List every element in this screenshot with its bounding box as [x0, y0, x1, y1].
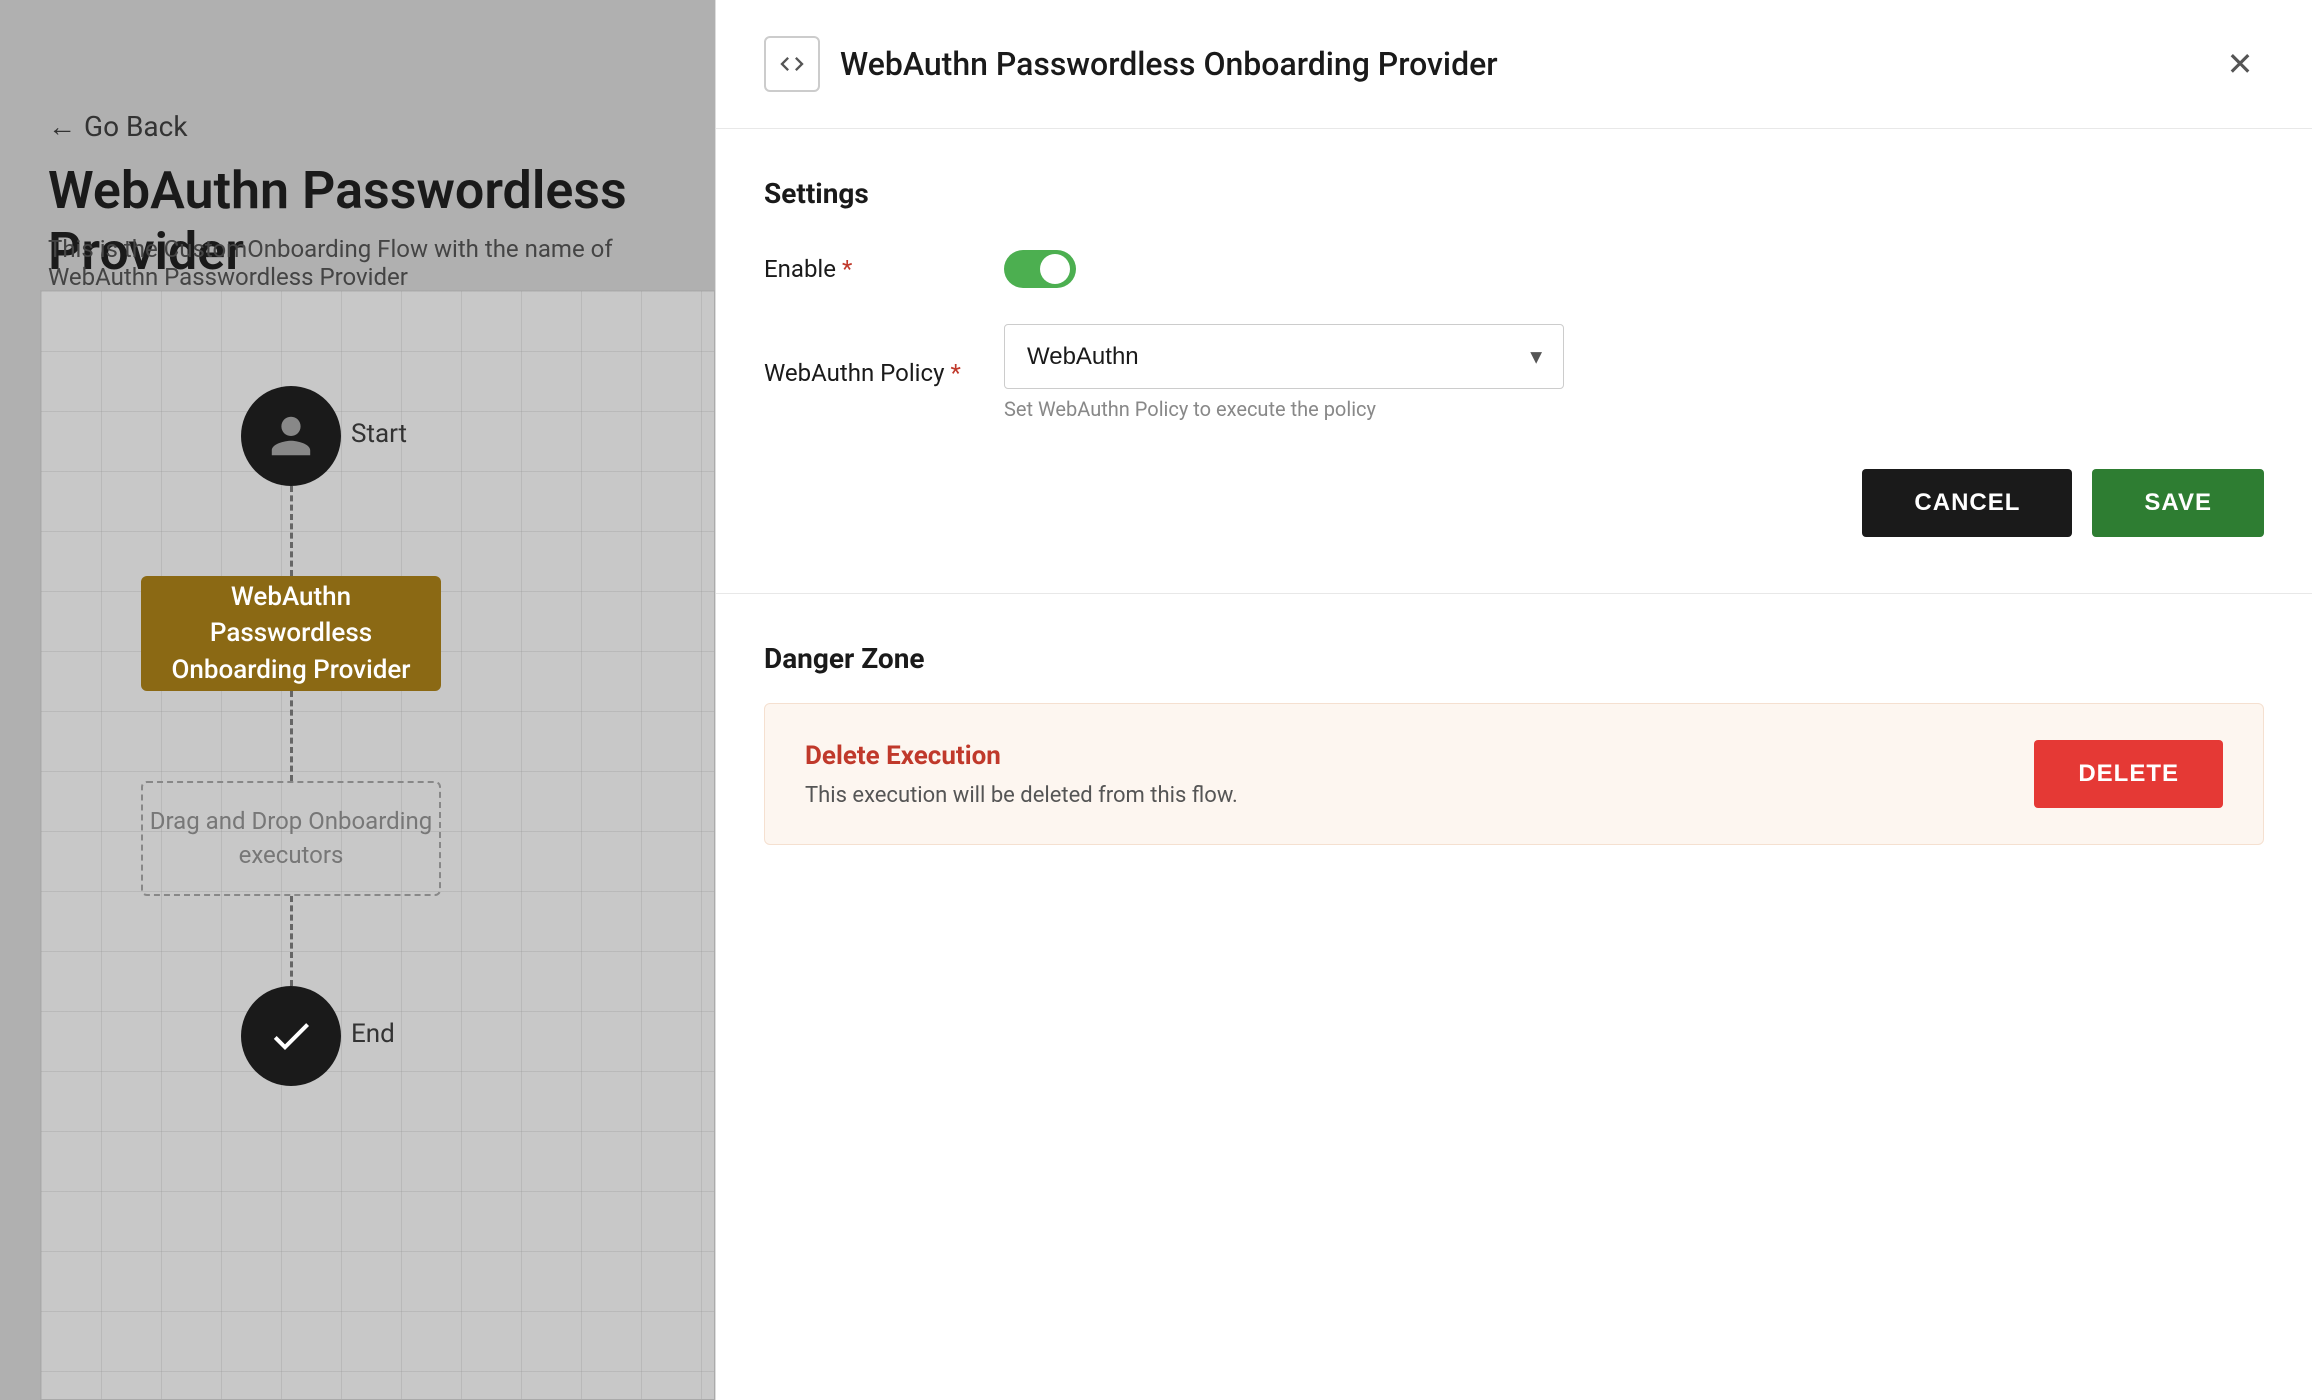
policy-help-text: Set WebAuthn Policy to execute the polic…	[1004, 397, 1564, 421]
back-arrow-icon: ←	[48, 110, 76, 143]
close-button[interactable]: ✕	[2216, 40, 2264, 88]
drop-node-text: Drag and Drop Onboarding executors	[150, 805, 432, 872]
connector-1	[290, 486, 293, 576]
main-node-text: WebAuthn Passwordless Onboarding Provide…	[153, 579, 429, 688]
start-label: Start	[351, 419, 407, 449]
policy-dropdown-wrapper: WebAuthn ▼	[1004, 324, 1564, 389]
main-flow-node[interactable]: WebAuthn Passwordless Onboarding Provide…	[141, 576, 441, 691]
code-icon-button[interactable]	[764, 36, 820, 92]
enable-required: *	[842, 255, 852, 283]
settings-section: Settings Enable * WebAuthn Policy *	[716, 129, 2312, 594]
policy-required: *	[950, 359, 960, 387]
action-buttons: CANCEL SAVE	[764, 457, 2264, 545]
flow-canvas-panel: ← Go Back WebAuthn Passwordless Provider…	[0, 0, 715, 1400]
enable-toggle-wrapper	[1004, 250, 1076, 288]
save-button[interactable]: SAVE	[2092, 469, 2264, 537]
settings-panel: WebAuthn Passwordless Onboarding Provide…	[715, 0, 2312, 1400]
connector-3	[290, 896, 293, 986]
drop-zone-node[interactable]: Drag and Drop Onboarding executors	[141, 781, 441, 896]
enable-row: Enable *	[764, 250, 2264, 288]
go-back-label: Go Back	[84, 110, 188, 143]
delete-execution-title: Delete Execution	[805, 741, 1238, 771]
flow-diagram: Start WebAuthn Passwordless Onboarding P…	[40, 290, 715, 1400]
page-subtitle: This is the CustomOnboarding Flow with t…	[48, 235, 715, 291]
panel-title: WebAuthn Passwordless Onboarding Provide…	[840, 45, 2196, 83]
go-back-link[interactable]: ← Go Back	[48, 110, 188, 143]
danger-zone-title: Danger Zone	[764, 642, 2264, 675]
danger-box-content: Delete Execution This execution will be …	[805, 741, 1238, 808]
start-node	[241, 386, 341, 486]
end-label: End	[351, 1019, 395, 1049]
delete-button[interactable]: DELETE	[2034, 740, 2223, 808]
enable-label: Enable *	[764, 255, 964, 283]
end-node	[241, 986, 341, 1086]
policy-row: WebAuthn Policy * WebAuthn ▼ Set WebAuth…	[764, 324, 2264, 421]
delete-execution-description: This execution will be deleted from this…	[805, 783, 1238, 808]
settings-section-title: Settings	[764, 177, 2264, 210]
toggle-slider	[1004, 250, 1076, 288]
cancel-button[interactable]: CANCEL	[1862, 469, 2072, 537]
policy-dropdown[interactable]: WebAuthn	[1004, 324, 1564, 389]
code-icon	[778, 50, 806, 78]
panel-header: WebAuthn Passwordless Onboarding Provide…	[716, 0, 2312, 129]
policy-label: WebAuthn Policy *	[764, 359, 964, 387]
connector-2	[290, 691, 293, 781]
checkmark-icon	[267, 1012, 315, 1060]
danger-zone-section: Danger Zone Delete Execution This execut…	[716, 594, 2312, 893]
enable-toggle[interactable]	[1004, 250, 1076, 288]
danger-box: Delete Execution This execution will be …	[764, 703, 2264, 845]
person-icon	[267, 412, 315, 460]
